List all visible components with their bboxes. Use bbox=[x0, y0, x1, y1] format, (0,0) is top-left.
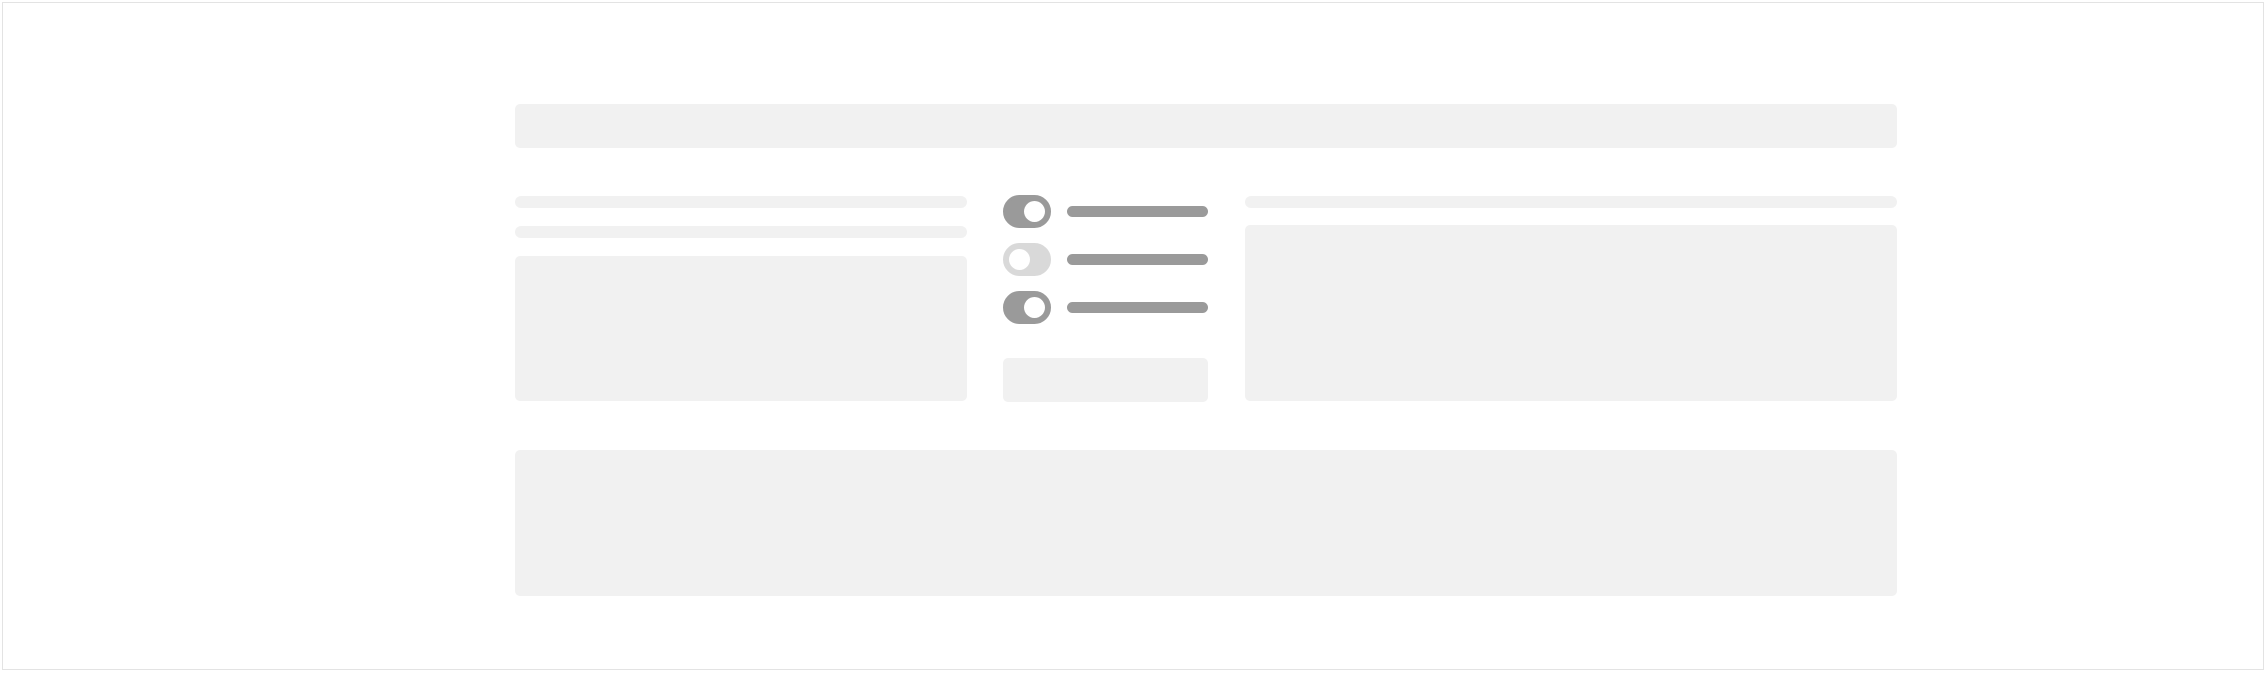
header-bar bbox=[515, 104, 1897, 148]
footer-content-block bbox=[515, 450, 1897, 596]
toggle-label-2 bbox=[1067, 254, 1208, 265]
toggle-label-3 bbox=[1067, 302, 1208, 313]
right-content-block bbox=[1245, 225, 1897, 401]
left-text-line-2 bbox=[515, 226, 967, 238]
toggle-switch-2[interactable] bbox=[1003, 243, 1051, 276]
toggle-switch-3[interactable] bbox=[1003, 291, 1051, 324]
left-content-block bbox=[515, 256, 967, 401]
toggle-knob bbox=[1024, 201, 1045, 222]
action-button[interactable] bbox=[1003, 358, 1208, 402]
toggle-knob bbox=[1024, 297, 1045, 318]
window-frame bbox=[2, 2, 2264, 670]
toggle-knob bbox=[1009, 249, 1030, 270]
right-title-line bbox=[1245, 196, 1897, 208]
toggle-label-1 bbox=[1067, 206, 1208, 217]
left-text-line-1 bbox=[515, 196, 967, 208]
toggle-switch-1[interactable] bbox=[1003, 195, 1051, 228]
